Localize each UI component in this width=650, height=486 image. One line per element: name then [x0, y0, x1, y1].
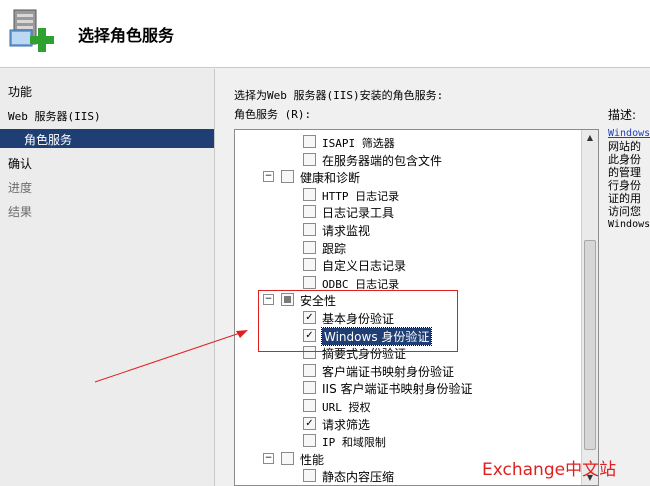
- annotation-arrow: [94, 330, 248, 383]
- watermark-text: Exchange中文站: [482, 460, 617, 480]
